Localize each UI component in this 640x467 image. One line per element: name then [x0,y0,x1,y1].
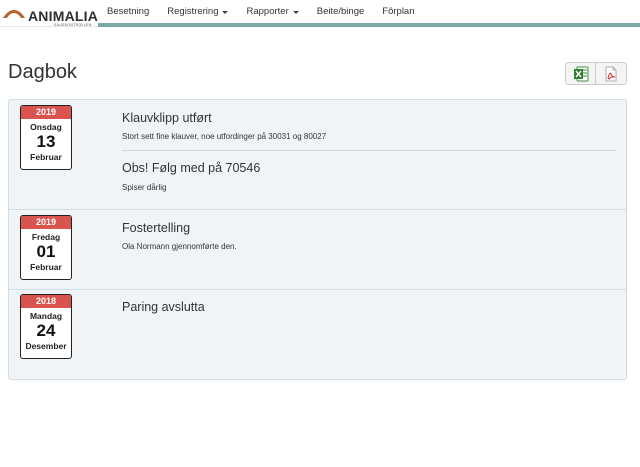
calendar-month: Februar [30,262,62,272]
calendar-day: 24 [36,321,56,340]
main-nav: Besetning Registrering Rapporter Beite/b… [98,0,424,23]
entry-description: Stort sett fine klauver, noe utfordinger… [122,132,327,141]
nav-item-label: Fôrplan [382,6,415,17]
logo-mark-icon [3,10,25,18]
caret-down-icon [292,10,299,14]
page-title: Dagbok [8,61,77,83]
excel-icon [573,66,588,81]
nav-item-label: Registrering [167,6,219,17]
export-button-group [565,62,627,85]
nav-item-registrering[interactable]: Registrering [158,0,237,23]
nav-item-forplan[interactable]: Fôrplan [373,0,423,23]
brand-subtitle: SAUEKONTROLLEN [54,23,92,27]
calendar-weekday: Fredag [31,232,61,242]
pdf-icon [605,66,617,81]
diary-panel: 2019 Onsdag 13 Februar Klauvklipp utført… [8,99,627,380]
calendar-date: 2019 Onsdag 13 Februar [20,105,72,170]
nav-item-rapporter[interactable]: Rapporter [237,0,307,23]
export-pdf-button[interactable] [596,62,627,85]
export-excel-button[interactable] [565,62,596,85]
calendar-year: 2019 [21,216,71,229]
calendar-month: Februar [30,152,62,162]
caret-down-icon [222,10,229,14]
note-divider [122,150,616,151]
calendar-day: 01 [36,242,56,261]
entry-title: Klauvklipp utført [122,111,212,125]
entry-description: Spiser dårlig [122,183,167,192]
calendar-year: 2019 [21,106,71,119]
nav-item-besetning[interactable]: Besetning [98,0,158,23]
nav-item-beite-binge[interactable]: Beite/binge [308,0,374,23]
calendar-month: Desember [25,341,67,351]
calendar-weekday: Onsdag [30,122,62,132]
diary-entry: 2019 Onsdag 13 Februar Klauvklipp utført… [9,100,626,210]
calendar-date: 2019 Fredag 01 Februar [20,215,72,280]
entry-title: Fostertelling [122,221,191,235]
entry-title: Obs! Følg med på 70546 [122,161,261,175]
nav-item-label: Rapporter [246,6,289,17]
navbar-accent-bar [98,23,640,27]
calendar-date: 2018 Mandag 24 Desember [20,294,72,359]
nav-item-label: Besetning [107,6,150,17]
entry-title: Paring avslutta [122,300,205,314]
entry-description: Ola Normann gjennomførte den. [122,242,237,251]
top-navbar: ANIMALIA SAUEKONTROLLEN Besetning Regist… [0,0,640,27]
calendar-day: 13 [36,132,56,151]
nav-item-label: Beite/binge [316,6,365,17]
brand-name: ANIMALIA [28,8,99,24]
calendar-year: 2018 [21,295,71,308]
diary-entry: 2018 Mandag 24 Desember Paring avslutta [9,290,626,379]
diary-entry: 2019 Fredag 01 Februar Fostertelling Ola… [9,210,626,290]
calendar-weekday: Mandag [29,311,63,321]
